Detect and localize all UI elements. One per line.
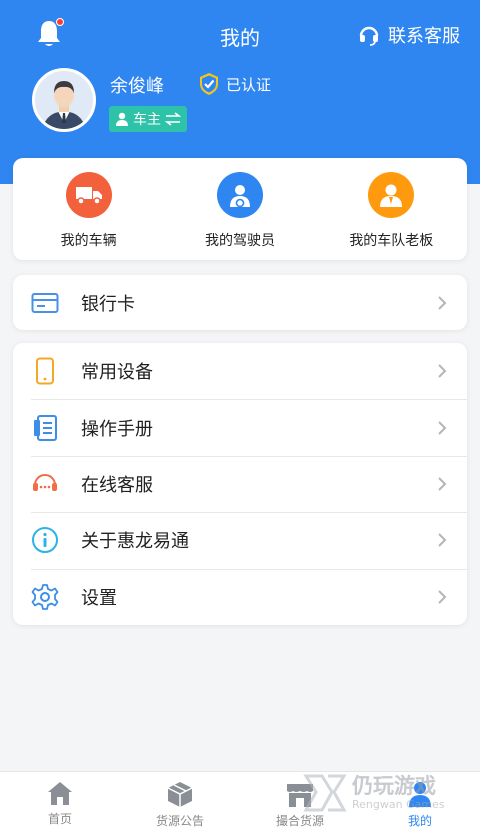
menu-item-online-service[interactable]: 在线客服 <box>13 455 467 512</box>
headset-icon <box>359 26 379 46</box>
headset-icon <box>31 470 59 498</box>
menu-item-label: 常用设备 <box>81 362 153 384</box>
avatar[interactable] <box>32 68 96 132</box>
chevron-right-icon <box>438 295 447 310</box>
top-header: 我的 联系客服 <box>0 0 480 70</box>
contact-service-button[interactable]: 联系客服 <box>358 22 460 48</box>
role-label: 车主 <box>133 112 161 128</box>
menu-item-common-devices[interactable]: 常用设备 <box>13 343 467 399</box>
tab-home[interactable]: 首页 <box>0 772 120 834</box>
bank-card-icon <box>31 289 59 317</box>
cargo-box-icon <box>167 782 193 807</box>
tab-label: 货源公告 <box>155 814 204 828</box>
settings-gear-icon <box>31 583 59 611</box>
menu-item-manual[interactable]: 操作手册 <box>13 399 467 455</box>
chevron-right-icon <box>438 364 447 378</box>
verified-label: 已认证 <box>226 75 272 94</box>
switch-arrows-icon <box>165 112 181 126</box>
quick-action-label: 我的驾驶员 <box>204 233 275 249</box>
chevron-right-icon <box>438 590 447 604</box>
watermark-title: 仍玩游戏 <box>352 774 436 798</box>
info-icon <box>31 526 59 554</box>
driver-icon <box>216 172 263 218</box>
my-drivers-button[interactable]: 我的驾驶员 <box>164 158 315 260</box>
user-name: 余俊峰 <box>110 76 164 97</box>
watermark-logo-icon <box>303 774 347 812</box>
verified-status: 已认证 <box>198 72 271 96</box>
menu-item-label: 关于惠龙易通 <box>81 531 189 553</box>
menu-item-label: 操作手册 <box>81 418 153 440</box>
bank-card-card: 银行卡 <box>13 275 467 330</box>
quick-action-label: 我的车队老板 <box>349 233 434 249</box>
watermark-subtitle: Rengwan Games <box>352 798 445 811</box>
tab-cargo-notice[interactable]: 货源公告 <box>120 772 240 834</box>
my-fleet-boss-button[interactable]: 我的车队老板 <box>316 158 467 260</box>
chevron-right-icon <box>438 477 447 491</box>
tab-label: 首页 <box>47 812 72 826</box>
menu-item-about[interactable]: 关于惠龙易通 <box>13 512 467 568</box>
bank-card-row[interactable]: 银行卡 <box>13 275 467 330</box>
chevron-right-icon <box>438 420 447 435</box>
quick-actions-card: 我的车辆 我的驾驶员 我的车队老板 <box>13 158 467 260</box>
quick-action-label: 我的车辆 <box>60 233 117 249</box>
verified-shield-icon <box>200 73 218 95</box>
watermark: 仍玩游戏 Rengwan Games <box>300 768 480 818</box>
menu-item-label: 设置 <box>81 587 117 609</box>
contact-service-label: 联系客服 <box>388 26 460 47</box>
manual-icon <box>31 414 59 442</box>
truck-icon <box>65 172 112 218</box>
bank-card-label: 银行卡 <box>81 293 135 315</box>
settings-menu-card: 常用设备 操作手册 在线客服 关于惠龙易通 设置 <box>13 343 467 625</box>
home-icon <box>48 782 72 805</box>
phone-device-icon <box>31 357 59 385</box>
chevron-right-icon <box>438 533 447 548</box>
menu-item-settings[interactable]: 设置 <box>13 568 467 625</box>
role-switch-badge[interactable]: 车主 <box>109 106 187 132</box>
menu-item-label: 在线客服 <box>81 474 153 496</box>
boss-icon <box>368 172 415 218</box>
my-vehicles-button[interactable]: 我的车辆 <box>13 158 164 260</box>
person-icon <box>116 112 128 126</box>
